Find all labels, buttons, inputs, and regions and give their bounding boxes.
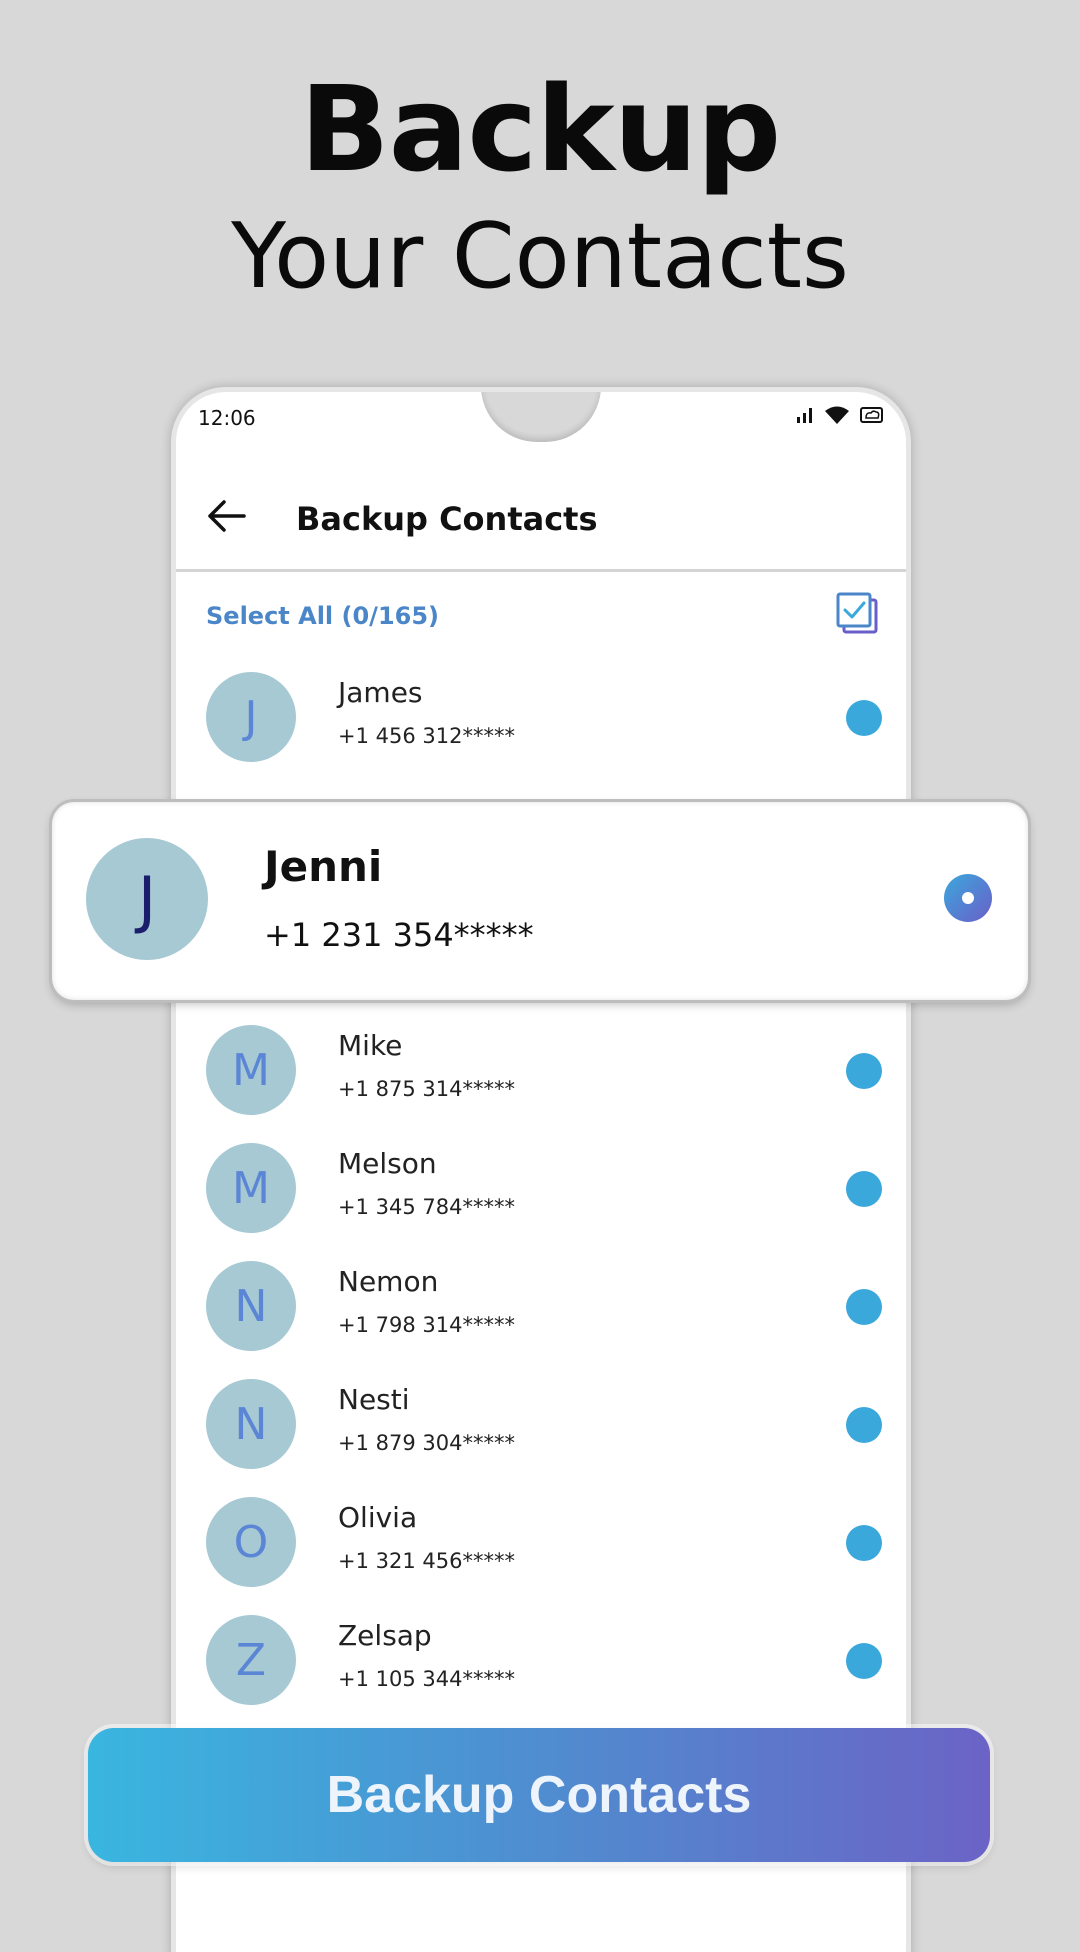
select-radio[interactable] — [846, 1407, 882, 1443]
select-radio[interactable] — [846, 1053, 882, 1089]
contact-row-olivia[interactable]: O Olivia +1 321 456***** — [176, 1483, 906, 1601]
hero-subtitle: Your Contacts — [231, 204, 849, 309]
select-radio[interactable] — [944, 874, 992, 922]
contact-name: Nemon — [338, 1265, 439, 1298]
contact-name: Melson — [338, 1147, 437, 1180]
app-bar-title: Backup Contacts — [296, 500, 598, 538]
battery-icon — [860, 407, 883, 423]
avatar: N — [206, 1379, 296, 1469]
contact-phone: +1 798 314***** — [338, 1313, 515, 1337]
avatar: M — [206, 1143, 296, 1233]
avatar: O — [206, 1497, 296, 1587]
select-all-checkbox-icon[interactable] — [836, 592, 878, 634]
contact-row-nemon[interactable]: N Nemon +1 798 314***** — [176, 1247, 906, 1365]
contact-row-james[interactable]: J James +1 456 312***** — [176, 658, 906, 776]
highlighted-contact-card[interactable]: J Jenni +1 231 354***** — [52, 802, 1028, 1000]
contact-name: Zelsap — [338, 1619, 432, 1652]
phone-notch — [481, 392, 601, 442]
contact-phone: +1 321 456***** — [338, 1549, 515, 1573]
contact-phone: +1 879 304***** — [338, 1431, 515, 1455]
radio-selected-dot — [962, 892, 974, 904]
status-icons — [796, 406, 884, 424]
contact-row-nesti[interactable]: N Nesti +1 879 304***** — [176, 1365, 906, 1483]
select-all-link[interactable]: Select All (0/165) — [206, 602, 439, 630]
select-radio[interactable] — [846, 1525, 882, 1561]
phone-frame: 12:06 Backup Contacts Select All (0/165)… — [176, 392, 906, 1952]
contact-name: Nesti — [338, 1383, 410, 1416]
contact-phone: +1 105 344***** — [338, 1667, 515, 1691]
avatar: N — [206, 1261, 296, 1351]
backup-contacts-button[interactable]: Backup Contacts — [88, 1728, 990, 1862]
wifi-icon — [825, 406, 849, 424]
arrow-left-icon[interactable] — [204, 494, 248, 538]
hero-title: Backup — [299, 60, 781, 198]
avatar: J — [86, 838, 208, 960]
contact-name: James — [338, 676, 423, 709]
select-radio[interactable] — [846, 1171, 882, 1207]
avatar: J — [206, 672, 296, 762]
select-radio[interactable] — [846, 1643, 882, 1679]
app-bar: Backup Contacts — [176, 472, 906, 572]
contact-phone: +1 231 354***** — [264, 916, 534, 954]
avatar: Z — [206, 1615, 296, 1705]
select-radio[interactable] — [846, 1289, 882, 1325]
signal-icon — [797, 408, 812, 423]
contact-name: Jenni — [264, 842, 383, 891]
contact-name: Mike — [338, 1029, 403, 1062]
status-time: 12:06 — [198, 406, 256, 430]
contact-phone: +1 875 314***** — [338, 1077, 515, 1101]
contact-row-mike[interactable]: M Mike +1 875 314***** — [176, 1011, 906, 1129]
contact-row-zelsap[interactable]: Z Zelsap +1 105 344***** — [176, 1601, 906, 1719]
contact-phone: +1 345 784***** — [338, 1195, 515, 1219]
contact-phone: +1 456 312***** — [338, 724, 515, 748]
select-radio[interactable] — [846, 700, 882, 736]
avatar: M — [206, 1025, 296, 1115]
contact-name: Olivia — [338, 1501, 418, 1534]
contact-row-melson[interactable]: M Melson +1 345 784***** — [176, 1129, 906, 1247]
